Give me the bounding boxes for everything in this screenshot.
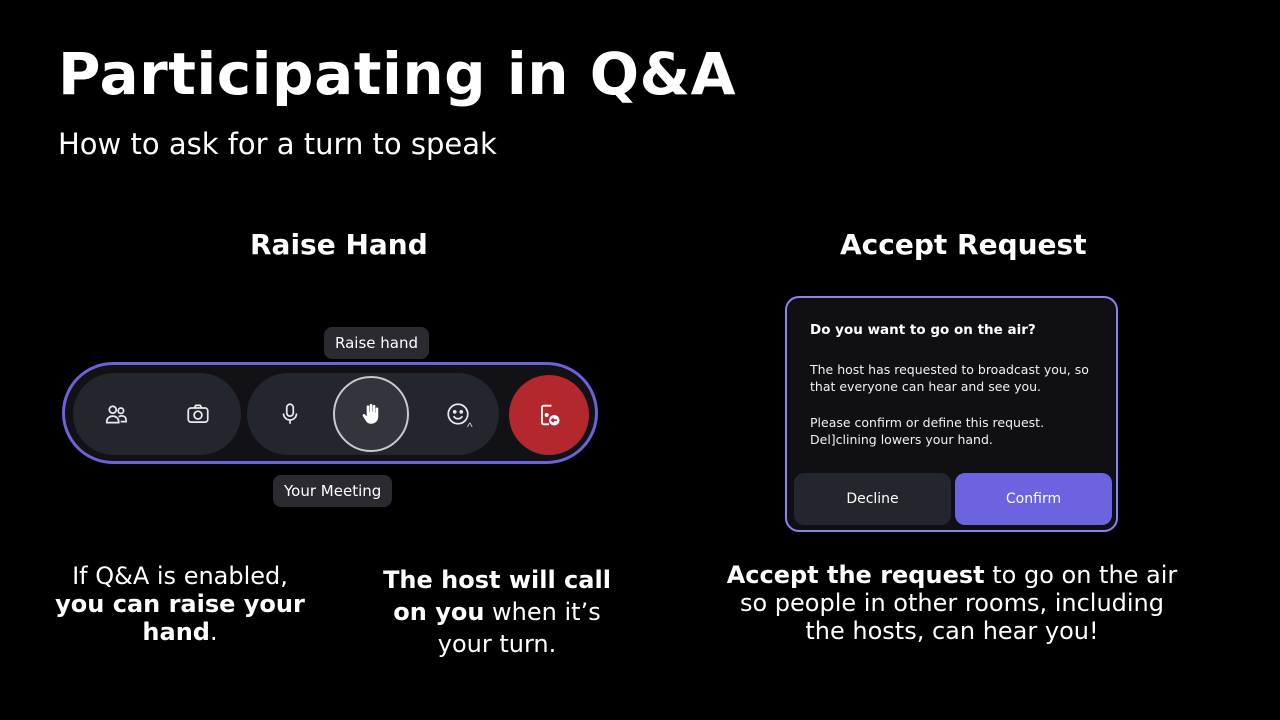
dialog-body-request: The host has requested to broadcast you,… — [810, 362, 1089, 394]
accept-request-heading: Accept Request — [840, 228, 1087, 261]
meeting-toolbar: ^ — [62, 362, 598, 464]
slide-title: Participating in Q&A — [58, 40, 736, 108]
dialog-title: Do you want to go on the air? — [810, 322, 1036, 338]
camera-icon — [187, 404, 209, 423]
caption-emphasis: you can raise your hand — [55, 590, 305, 646]
raise-hand-tooltip: Raise hand — [324, 327, 429, 359]
microphone-icon — [282, 403, 298, 424]
raise-hand-heading: Raise Hand — [250, 228, 428, 261]
on-air-dialog: Do you want to go on the air? The host h… — [785, 296, 1118, 532]
your-meeting-tooltip: Your Meeting — [273, 475, 393, 507]
host-call-caption: The host will call on you when it’s your… — [380, 564, 614, 660]
people-icon — [105, 405, 127, 424]
raise-hand-caption: If Q&A is enabled, you can raise your ha… — [50, 562, 310, 646]
chevron-up-icon[interactable]: ^ — [467, 420, 473, 434]
toolbar-group-middle: ^ — [247, 373, 499, 455]
dialog-body-line: Del]clining lowers your hand. — [810, 432, 993, 447]
camera-button[interactable] — [157, 373, 239, 455]
reactions-button[interactable] — [417, 373, 499, 455]
caption-emphasis: Accept the request — [726, 561, 985, 589]
people-button[interactable] — [75, 373, 157, 455]
leave-icon — [541, 404, 560, 426]
dialog-body-line: Please confirm or define this request. — [810, 415, 1045, 430]
caption-text: If Q&A is enabled, — [72, 562, 288, 590]
raise-hand-button[interactable] — [333, 376, 409, 452]
dialog-body-instructions: Please confirm or define this request. D… — [810, 414, 1100, 448]
accept-request-caption: Accept the request to go on the air so p… — [720, 561, 1184, 645]
raise-hand-icon — [362, 403, 379, 424]
slide-subtitle: How to ask for a turn to speak — [58, 127, 497, 161]
caption-text: . — [209, 618, 218, 646]
leave-button[interactable] — [509, 375, 589, 455]
microphone-button[interactable] — [249, 373, 331, 455]
toolbar-group-left — [73, 373, 241, 455]
decline-button[interactable]: Decline — [794, 473, 951, 525]
confirm-button[interactable]: Confirm — [955, 473, 1112, 525]
